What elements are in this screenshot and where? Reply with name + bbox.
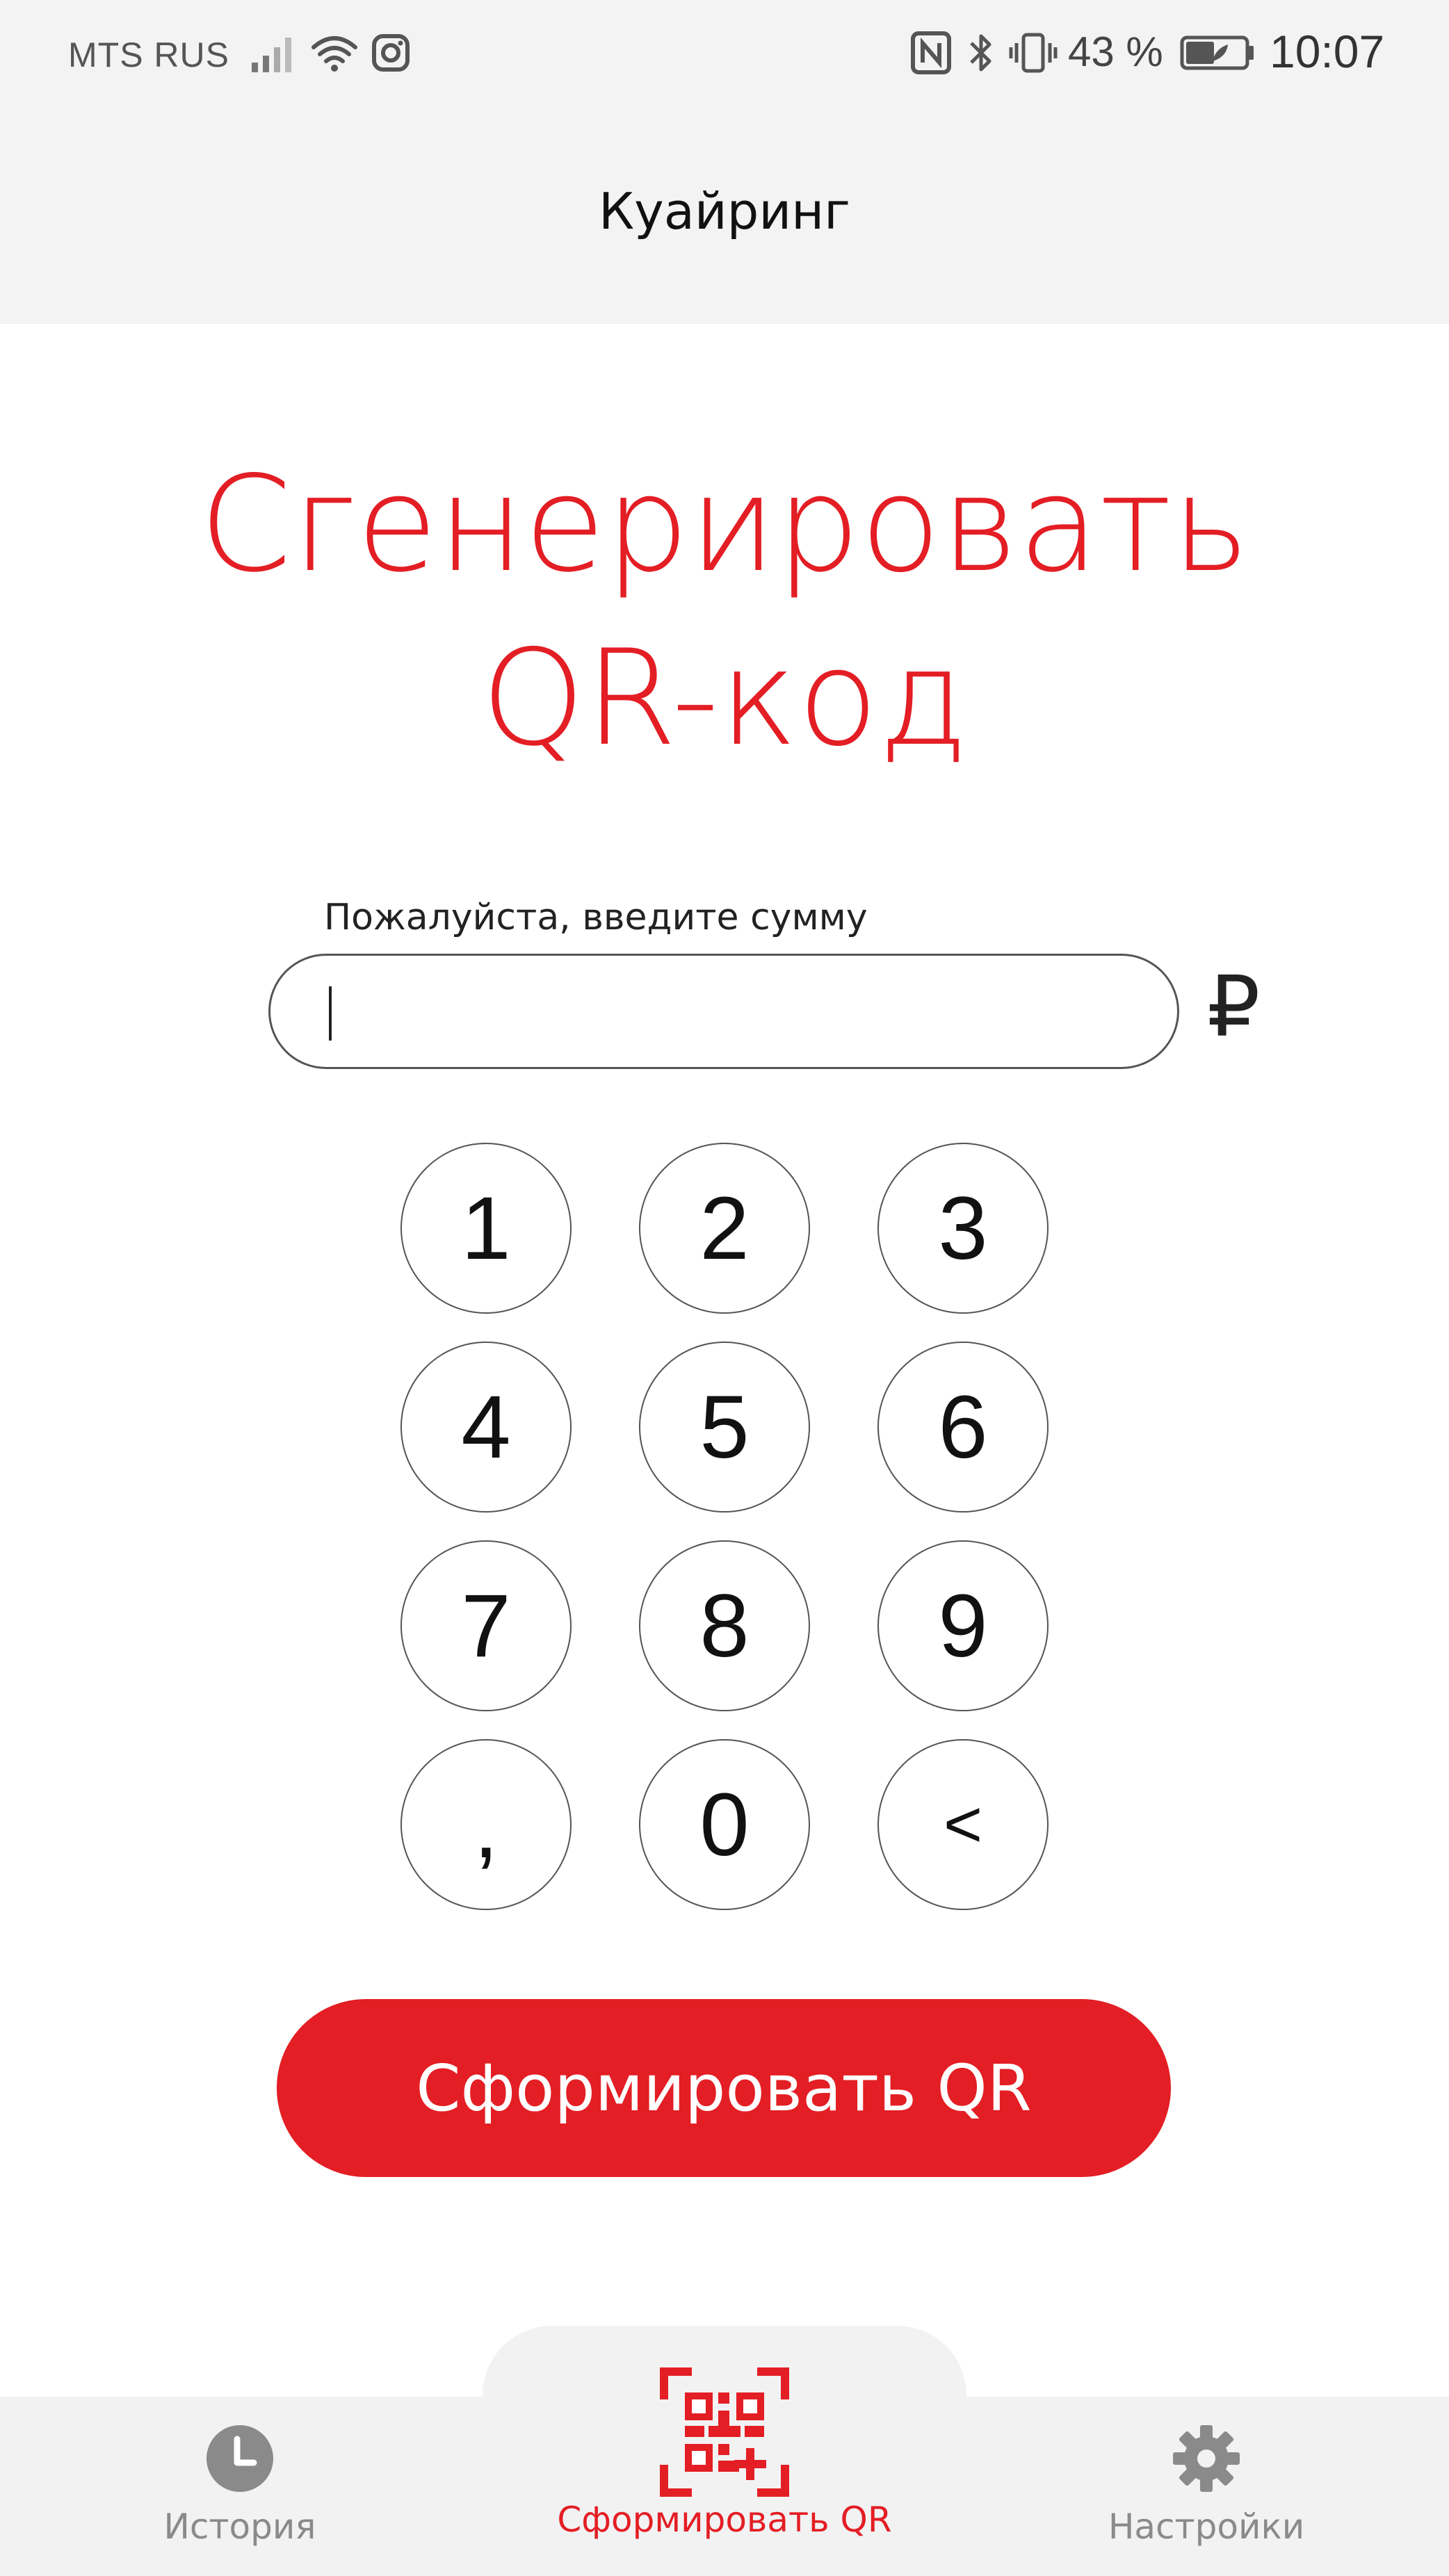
nav-item-label: Сформировать QR (557, 2500, 892, 2540)
key-8[interactable]: 8 (639, 1540, 810, 1711)
key-3[interactable]: 3 (877, 1143, 1049, 1314)
key-5[interactable]: 5 (639, 1342, 810, 1513)
amount-label: Пожалуйста, введите сумму (324, 897, 868, 938)
generate-qr-button[interactable]: Сформировать QR (277, 1999, 1171, 2177)
key-6[interactable]: 6 (877, 1342, 1049, 1513)
nav-item-history[interactable]: История (111, 2397, 369, 2576)
clock-icon (202, 2420, 278, 2497)
battery-percentage: 43 % (1068, 28, 1163, 75)
key-0[interactable]: 0 (639, 1739, 810, 1910)
text-cursor (329, 986, 332, 1041)
nav-item-generate-qr[interactable]: Сформировать QR (515, 2367, 934, 2576)
key-1[interactable]: 1 (400, 1143, 572, 1314)
nav-item-label: Настройки (1108, 2506, 1305, 2547)
currency-symbol: ₽ (1207, 959, 1261, 1056)
key-backspace[interactable]: < (877, 1739, 1049, 1910)
carrier-name: MTS RUS (68, 35, 229, 74)
key-4[interactable]: 4 (400, 1342, 572, 1513)
nav-item-settings[interactable]: Настройки (1071, 2397, 1342, 2576)
status-bar: MTS RUS 43 % 10:07 (0, 0, 1449, 111)
vibrate-icon (1008, 31, 1058, 75)
gear-icon (1168, 2420, 1245, 2497)
key-9[interactable]: 9 (877, 1540, 1049, 1711)
page-title-line-2: QR-код (480, 621, 969, 775)
qr-code-icon (660, 2367, 789, 2497)
key-2[interactable]: 2 (639, 1143, 810, 1314)
page-title: Сгенерировать QR-код (0, 438, 1449, 785)
nfc-icon (909, 31, 953, 75)
battery-icon (1179, 31, 1256, 75)
key-comma[interactable]: , (400, 1739, 572, 1910)
bottom-navigation: История Сформировать QR Настройки (0, 2367, 1449, 2576)
bluetooth-icon (964, 31, 998, 75)
page-title-line-1: Сгенерировать (199, 448, 1250, 601)
top-bar: MTS RUS 43 % 10:07 Куайринг (0, 0, 1449, 324)
wifi-icon (310, 31, 359, 75)
clock: 10:07 (1270, 26, 1385, 77)
nav-item-label: История (163, 2506, 316, 2547)
signal-icon (250, 31, 299, 75)
key-7[interactable]: 7 (400, 1540, 572, 1711)
instagram-icon (369, 31, 413, 75)
amount-input[interactable] (268, 954, 1179, 1069)
app-bar-title: Куайринг (598, 182, 851, 241)
